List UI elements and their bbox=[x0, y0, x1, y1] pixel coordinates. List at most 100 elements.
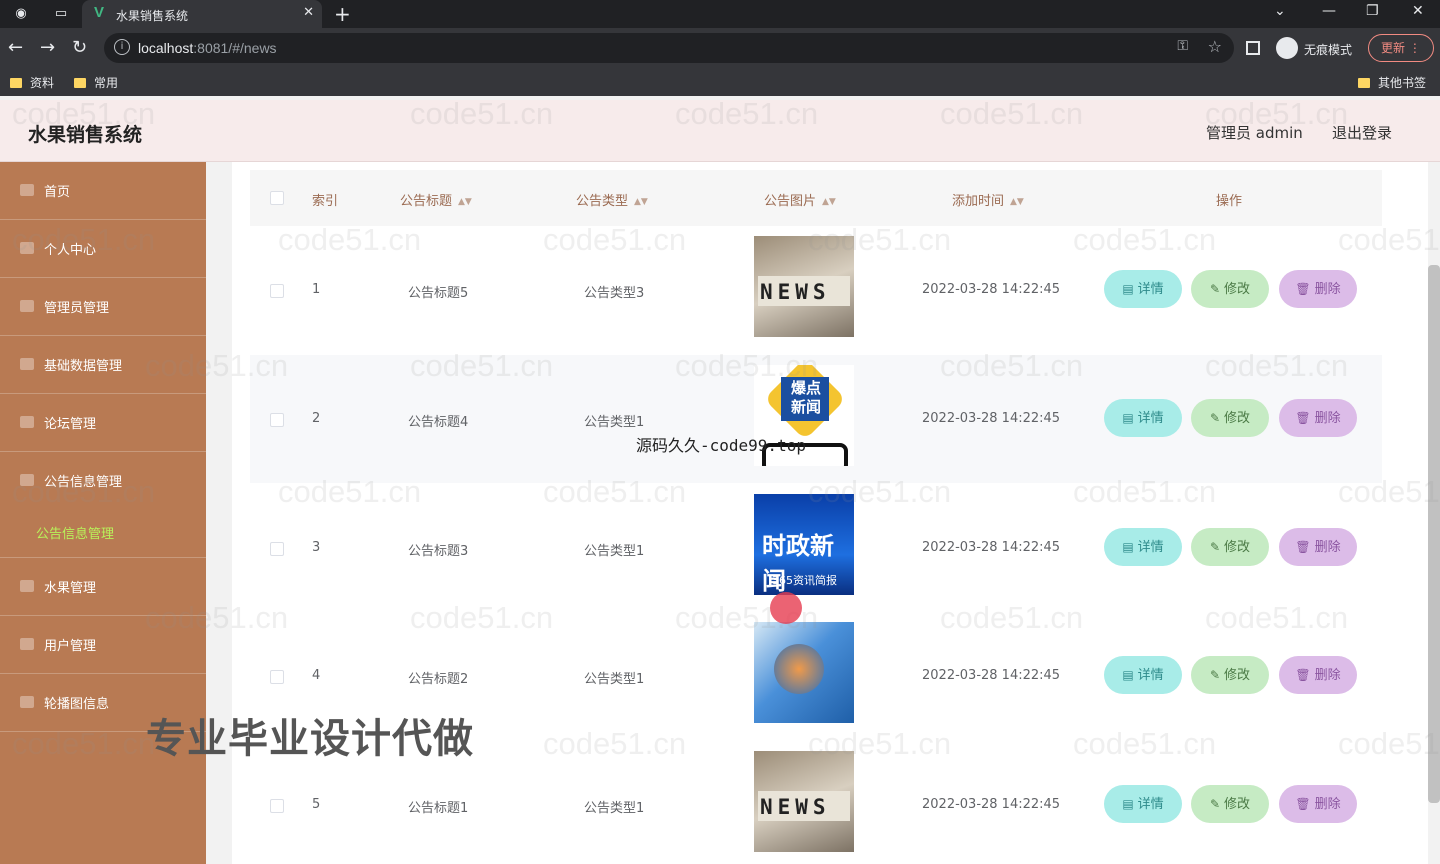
select-all-checkbox[interactable] bbox=[270, 191, 284, 205]
row-title: 公告标题1 bbox=[408, 801, 469, 816]
document-icon: ▤ bbox=[1122, 797, 1134, 811]
browser-tab-strip: ◉ ▭ V 水果销售系统 ✕ + ⌄ — ❐ ✕ bbox=[0, 0, 1440, 28]
close-window-icon[interactable]: ✕ bbox=[1412, 3, 1424, 19]
sidebar-item-basic-data[interactable]: 基础数据管理 bbox=[0, 336, 206, 394]
update-button[interactable]: 更新 ⋮ bbox=[1368, 34, 1434, 62]
pencil-icon: ✎ bbox=[1209, 411, 1221, 425]
app-header: 水果销售系统 管理员 admin 退出登录 bbox=[0, 100, 1440, 162]
sidebar-item-label: 公告信息管理 bbox=[44, 475, 123, 490]
bookmark-star-icon[interactable]: ☆ bbox=[1208, 37, 1222, 56]
url-path: :8081/#/news bbox=[193, 40, 277, 56]
edit-label: 修改 bbox=[1224, 797, 1251, 812]
sort-icon[interactable]: ▲▼ bbox=[458, 197, 472, 207]
col-header-time[interactable]: 添加时间 ▲▼ bbox=[952, 190, 1024, 209]
sort-icon[interactable]: ▲▼ bbox=[1010, 197, 1024, 207]
edit-label: 修改 bbox=[1224, 540, 1251, 555]
reload-icon[interactable]: ↻ bbox=[72, 37, 87, 58]
site-info-icon[interactable]: i bbox=[114, 39, 130, 55]
minimize-icon[interactable]: — bbox=[1322, 3, 1336, 19]
col-header-title[interactable]: 公告标题 ▲▼ bbox=[400, 190, 472, 209]
sidebar-subitem-notices-active[interactable]: 公告信息管理 bbox=[36, 523, 114, 542]
col-header-image[interactable]: 公告图片 ▲▼ bbox=[764, 190, 836, 209]
detail-button[interactable]: ▤ 详情 bbox=[1104, 528, 1182, 566]
users-icon bbox=[20, 638, 34, 650]
other-bookmarks[interactable]: 其他书签 bbox=[1358, 74, 1426, 91]
fruit-icon bbox=[20, 580, 34, 592]
detail-button[interactable]: ▤ 详情 bbox=[1104, 399, 1182, 437]
row-type: 公告类型1 bbox=[584, 415, 645, 430]
browser-tab-active[interactable]: V 水果销售系统 ✕ bbox=[82, 0, 322, 28]
trash-icon: 🗑 bbox=[1295, 411, 1311, 425]
delete-button[interactable]: 🗑 删除 bbox=[1279, 785, 1357, 823]
ad-overlay-text: 专业毕业设计代做 bbox=[146, 716, 474, 762]
incognito-label: 无痕模式 bbox=[1304, 43, 1353, 57]
edit-label: 修改 bbox=[1224, 411, 1251, 426]
sidebar-item-fruits[interactable]: 水果管理 bbox=[0, 558, 206, 616]
tab-search-icon[interactable]: ▭ bbox=[50, 4, 72, 24]
row-checkbox[interactable] bbox=[270, 413, 284, 427]
row-time: 2022-03-28 14:22:45 bbox=[922, 797, 1061, 812]
browser-profile-icon[interactable]: ◉ bbox=[10, 4, 32, 24]
sidebar-item-home[interactable]: 首页 bbox=[0, 162, 206, 220]
delete-label: 删除 bbox=[1314, 411, 1341, 426]
col-header-type[interactable]: 公告类型 ▲▼ bbox=[576, 190, 648, 209]
sidebar-item-profile[interactable]: 个人中心 bbox=[0, 220, 206, 278]
logout-link[interactable]: 退出登录 bbox=[1332, 122, 1392, 143]
edit-button[interactable]: ✎ 修改 bbox=[1191, 656, 1269, 694]
user-icon bbox=[20, 242, 34, 254]
document-icon: ▤ bbox=[1122, 540, 1134, 554]
page-scrollbar[interactable] bbox=[1428, 265, 1440, 803]
address-bar[interactable]: i localhost:8081/#/news ⚿ ☆ bbox=[104, 33, 1234, 63]
sort-icon[interactable]: ▲▼ bbox=[634, 197, 648, 207]
edit-button[interactable]: ✎ 修改 bbox=[1191, 785, 1269, 823]
sidebar-item-label: 首页 bbox=[44, 185, 71, 200]
side-panel-icon[interactable] bbox=[1246, 41, 1260, 55]
data-icon bbox=[20, 358, 34, 370]
sidebar-item-label: 用户管理 bbox=[44, 639, 97, 654]
delete-button[interactable]: 🗑 删除 bbox=[1279, 270, 1357, 308]
restore-icon[interactable]: ❐ bbox=[1366, 3, 1379, 19]
delete-button[interactable]: 🗑 删除 bbox=[1279, 528, 1357, 566]
delete-button[interactable]: 🗑 删除 bbox=[1279, 399, 1357, 437]
home-icon bbox=[20, 184, 34, 196]
close-tab-icon[interactable]: ✕ bbox=[303, 5, 314, 20]
sidebar-item-admins[interactable]: 管理员管理 bbox=[0, 278, 206, 336]
back-icon[interactable]: ← bbox=[8, 37, 23, 58]
key-icon[interactable]: ⚿ bbox=[1177, 38, 1188, 54]
delete-button[interactable]: 🗑 删除 bbox=[1279, 656, 1357, 694]
edit-button[interactable]: ✎ 修改 bbox=[1191, 270, 1269, 308]
delete-label: 删除 bbox=[1314, 668, 1341, 683]
forward-icon[interactable]: → bbox=[40, 37, 55, 58]
folder-icon bbox=[1358, 78, 1370, 88]
trash-icon: 🗑 bbox=[1295, 540, 1311, 554]
edit-button[interactable]: ✎ 修改 bbox=[1191, 399, 1269, 437]
row-checkbox[interactable] bbox=[270, 670, 284, 684]
row-type: 公告类型1 bbox=[584, 672, 645, 687]
url-text[interactable]: localhost:8081/#/news bbox=[138, 40, 277, 56]
row-time: 2022-03-28 14:22:45 bbox=[922, 411, 1061, 426]
detail-button[interactable]: ▤ 详情 bbox=[1104, 270, 1182, 308]
row-checkbox[interactable] bbox=[270, 799, 284, 813]
row-checkbox[interactable] bbox=[270, 542, 284, 556]
row-type: 公告类型1 bbox=[584, 544, 645, 559]
detail-button[interactable]: ▤ 详情 bbox=[1104, 656, 1182, 694]
row-checkbox[interactable] bbox=[270, 284, 284, 298]
row-title: 公告标题5 bbox=[408, 286, 469, 301]
sidebar-item-forum[interactable]: 论坛管理 bbox=[0, 394, 206, 452]
row-image: NEWS bbox=[754, 751, 854, 852]
edit-label: 修改 bbox=[1224, 282, 1251, 297]
tab-list-chevron-icon[interactable]: ⌄ bbox=[1274, 3, 1286, 19]
bookmark-folder-changyong[interactable]: 常用 bbox=[74, 74, 118, 91]
update-label: 更新 bbox=[1381, 41, 1406, 55]
edit-button[interactable]: ✎ 修改 bbox=[1191, 528, 1269, 566]
bookmark-folder-ziliao[interactable]: 资料 bbox=[10, 74, 54, 91]
detail-button[interactable]: ▤ 详情 bbox=[1104, 785, 1182, 823]
sidebar-item-label: 管理员管理 bbox=[44, 301, 110, 316]
new-tab-icon[interactable]: + bbox=[334, 2, 351, 26]
col-header-image-label: 公告图片 bbox=[764, 194, 817, 209]
sort-icon[interactable]: ▲▼ bbox=[822, 197, 836, 207]
incognito-icon[interactable] bbox=[1276, 37, 1298, 59]
sidebar-item-notices[interactable]: 公告信息管理 bbox=[0, 452, 206, 558]
sidebar-item-users[interactable]: 用户管理 bbox=[0, 616, 206, 674]
col-header-title-label: 公告标题 bbox=[400, 194, 453, 209]
